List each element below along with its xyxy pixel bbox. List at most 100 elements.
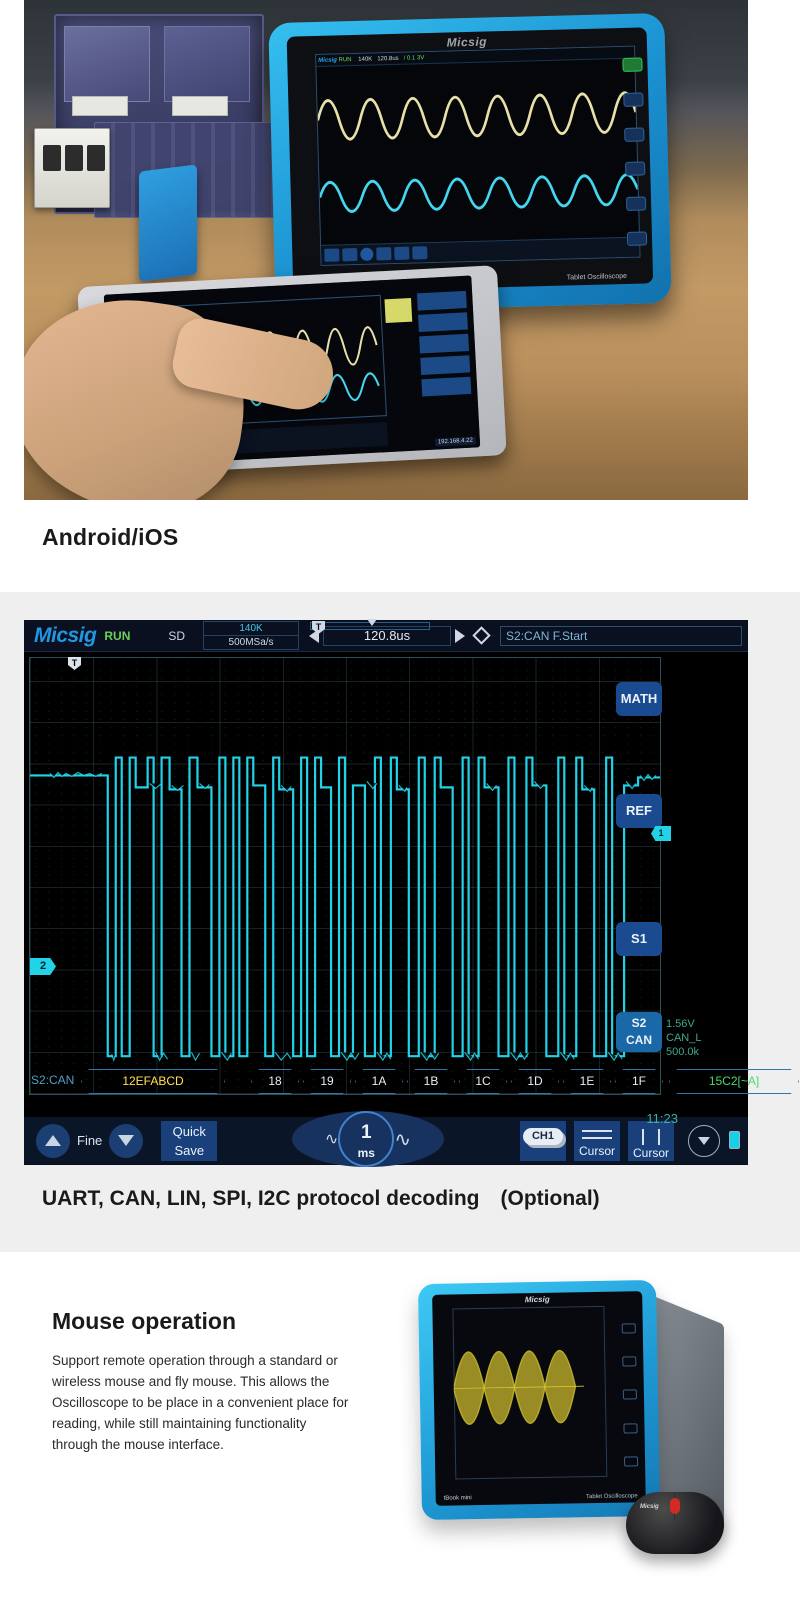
large-wave-icon[interactable]: ∿ [394, 1127, 411, 1152]
tablet-rail-button[interactable] [624, 127, 645, 142]
fine-increase-button[interactable] [36, 1123, 70, 1158]
android-ios-caption: Android/iOS [42, 524, 179, 550]
protocol-decode-bar: S2:CAN 12EFABCD 18 19 1A 1B 1C 1D 1E 1F … [29, 1067, 661, 1097]
decode-packet[interactable]: 19 [303, 1069, 351, 1094]
channel-readout[interactable]: 1.56V CAN_L 500.0k [666, 1017, 742, 1059]
decode-packet[interactable]: 18 [251, 1069, 299, 1094]
small-wave-icon[interactable]: ∿ [325, 1129, 338, 1149]
s2-can-line1: S2 [631, 1016, 647, 1030]
decode-packet[interactable]: 1B [407, 1069, 455, 1094]
decode-packet[interactable]: 1C [459, 1069, 507, 1094]
storage-indicator[interactable]: SD [168, 629, 185, 643]
fine-decrease-button[interactable] [109, 1123, 144, 1158]
mini-logo: Micsig [318, 57, 338, 64]
tablet-mini-button[interactable] [342, 247, 358, 262]
horizontal-cursor-icon [582, 1129, 612, 1139]
ch1-label: CH1 [523, 1127, 563, 1145]
vertical-cursor-button[interactable]: Cursor [628, 1120, 674, 1161]
tablet-mini-button[interactable] [360, 247, 374, 261]
vertical-cursor-label: Cursor [632, 1145, 669, 1160]
mouse-operation-body: Support remote operation through a stand… [52, 1353, 349, 1452]
decode-packet[interactable]: 1F [615, 1069, 663, 1094]
sample-rate-value: 500MSa/s [203, 635, 300, 650]
ch1-button[interactable]: CH1 [520, 1120, 566, 1161]
tablet-rail-button[interactable] [623, 92, 644, 107]
scope-side-buttons: MATH REF S1 S2 CAN [616, 660, 662, 1093]
decode-packet[interactable]: 15C2[~A] [669, 1069, 799, 1094]
readout-baud: 500.0k [666, 1046, 700, 1058]
tablet-rail-button[interactable] [625, 161, 646, 177]
tablet-2-model-label: tBook mini [443, 1495, 472, 1502]
tablet-rail-button[interactable] [625, 196, 647, 211]
wireless-mouse: Micsig [626, 1492, 724, 1554]
phone-stand [139, 164, 197, 282]
decode-packet[interactable]: 1E [563, 1069, 611, 1094]
tablet-2-screen: Micsig tBook mini Tablet Oscilloscope [432, 1291, 646, 1506]
slider-knob[interactable] [367, 619, 377, 626]
product-feature-page: Micsig Micsig RUN 140K 120.8us / 0.1 3V [0, 0, 800, 1598]
trigger-diamond-icon[interactable] [472, 626, 491, 645]
tablet-bezel: Micsig Micsig RUN 140K 120.8us / 0.1 3V [286, 27, 654, 293]
readout-voltage: 1.56V [666, 1018, 695, 1030]
triangle-up-icon [45, 1135, 61, 1146]
scope-header: Micsig RUN SD 140K 500MSa/s 120.8us S2:C… [24, 619, 748, 652]
scope-body: T 2 1 S2:CAN 12EFABCD 18 19 1A 1B 1C 1D … [24, 652, 748, 1117]
timebase-unit: ms [357, 1146, 375, 1160]
tablet-2-subtitle-label: Tablet Oscilloscope [585, 1493, 638, 1501]
timebase-position-slider[interactable] [310, 619, 430, 630]
trigger-source-field[interactable]: S2:CAN F.Start [500, 625, 742, 646]
scope-bottom-toolbar: Fine Quick Save ∿ 1 ms ∿ CH1 Cursor Curs… [24, 1111, 748, 1167]
tablet-2-rail-button[interactable] [621, 1322, 636, 1334]
run-state-indicator[interactable]: RUN [104, 629, 130, 643]
battery-icon [729, 1131, 740, 1149]
tablet-rail-button[interactable] [622, 57, 643, 73]
tablet-rail-button[interactable] [626, 231, 648, 246]
s1-button[interactable]: S1 [616, 922, 662, 956]
tablet-mini-button[interactable] [376, 247, 392, 261]
readout-signal: CAN_L [666, 1032, 702, 1044]
horizontal-cursor-button[interactable]: Cursor [574, 1120, 620, 1161]
decode-packet[interactable]: 1A [355, 1069, 403, 1094]
shelf-label-tag [72, 96, 128, 116]
vertical-cursor-icon [636, 1128, 666, 1145]
acquisition-info[interactable]: 140K 500MSa/s [203, 621, 300, 650]
tablet-mini-button[interactable] [394, 246, 410, 261]
tablet-subtitle-label: Tablet Oscilloscope [566, 272, 628, 282]
timebase-knob[interactable]: ∿ 1 ms ∿ [292, 1111, 444, 1167]
tablet-2-rail-button[interactable] [622, 1356, 637, 1367]
timebase-readout[interactable]: 1 ms [338, 1111, 395, 1167]
tablet-2-rail-button[interactable] [622, 1389, 638, 1401]
tablet-side-rail [619, 47, 650, 256]
s2-can-button[interactable]: S2 CAN [616, 1012, 662, 1052]
arrow-right-icon[interactable] [455, 628, 466, 643]
decode-packet[interactable]: 12EFABCD [81, 1069, 225, 1094]
tablet-screen: Micsig RUN 140K 120.8us / 0.1 3V [315, 45, 641, 266]
tablet-2-rail-button[interactable] [624, 1456, 639, 1467]
quick-save-line2: Save [174, 1142, 205, 1158]
decode-packet[interactable]: 1D [511, 1069, 559, 1094]
mini-sample: 140K [358, 56, 373, 63]
mouse-scroll-wheel [670, 1498, 680, 1514]
expand-toolbar-button[interactable] [688, 1124, 720, 1157]
fine-label: Fine [77, 1133, 103, 1148]
waveform-grid[interactable]: T 2 1 [29, 657, 671, 1095]
mini-timebase: 120.8us [377, 55, 399, 63]
tablet-oscilloscope-2: Micsig tBook mini Tablet Oscilloscope [417, 1279, 661, 1521]
quick-save-button[interactable]: Quick Save [161, 1120, 218, 1161]
mouse-operation-section: Mouse operation Support remote operation… [0, 1252, 800, 1598]
mouse-operation-photo: Micsig tBook mini Tablet Oscilloscope Mi… [380, 1260, 780, 1590]
math-button[interactable]: MATH [616, 682, 662, 716]
scope-logo: Micsig [34, 623, 97, 647]
memory-depth-value: 140K [203, 621, 300, 635]
horizontal-cursor-label: Cursor [578, 1143, 615, 1158]
mini-trigger: / 0.1 3V [403, 55, 425, 62]
tablet-mini-button[interactable] [324, 248, 340, 262]
protocol-decoding-caption: UART, CAN, LIN, SPI, I2C protocol decodi… [42, 1187, 600, 1210]
tablet-waveform-area [316, 59, 639, 245]
triangle-down-icon [118, 1135, 135, 1146]
tablet-mini-button[interactable] [412, 246, 428, 260]
timebase-number: 1 [361, 1122, 372, 1143]
tablet-2-rail-button[interactable] [623, 1423, 638, 1434]
system-clock: 11:23 [646, 1110, 678, 1126]
ref-button[interactable]: REF [616, 794, 662, 828]
